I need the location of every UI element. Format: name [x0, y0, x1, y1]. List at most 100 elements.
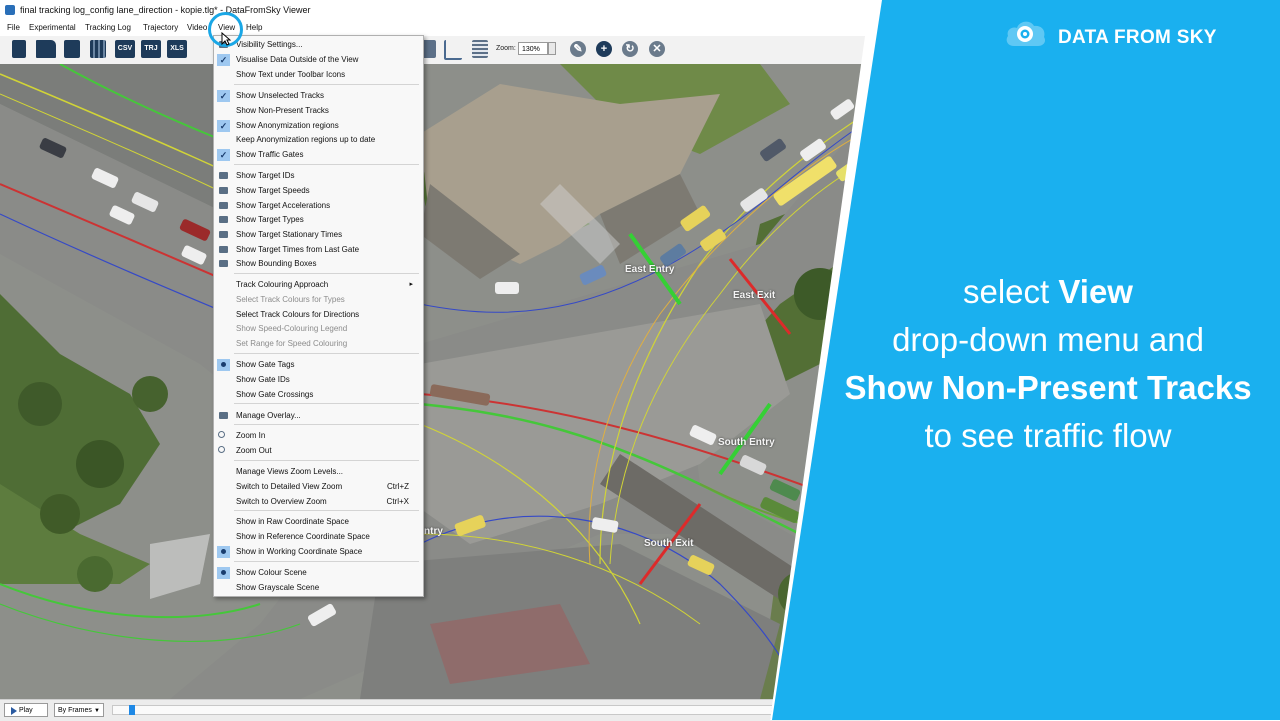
menu-item-show-unselected-tracks[interactable]: ✓ Show Unselected Tracks: [214, 89, 421, 103]
settings-wrench-icon[interactable]: ✎: [570, 41, 586, 57]
menu-item-visibility-settings[interactable]: Visibility Settings...: [214, 38, 421, 52]
menu-item-show-grayscale-scene[interactable]: Show Grayscale Scene: [214, 581, 421, 595]
menu-tracking-log[interactable]: Tracking Log: [85, 23, 131, 32]
menu-item-zoom-out[interactable]: Zoom Out: [214, 444, 421, 458]
application-window: final tracking log_config lane_direction…: [0, 0, 880, 721]
menu-item-icon: [219, 260, 228, 267]
menu-item-show-target-times-from-last-gate[interactable]: Show Target Times from Last Gate: [214, 243, 421, 257]
close-icon[interactable]: ✕: [649, 41, 665, 57]
layers-icon[interactable]: [472, 40, 488, 58]
menu-help[interactable]: Help: [246, 23, 262, 32]
menu-item-show-bounding-boxes[interactable]: Show Bounding Boxes: [214, 257, 421, 271]
menu-item-label: Show Text under Toolbar Icons: [236, 70, 346, 79]
menu-item-label: Select Track Colours for Directions: [236, 310, 360, 319]
menu-item-label: Visualise Data Outside of the View: [236, 55, 359, 64]
caption-line-1: select View: [820, 268, 1276, 316]
menu-item-label: Show Target Stationary Times: [236, 230, 343, 239]
menu-item-show-gate-tags[interactable]: Show Gate Tags: [214, 358, 421, 372]
menu-item-show-target-types[interactable]: Show Target Types: [214, 213, 421, 227]
zoom-stepper[interactable]: [548, 42, 556, 55]
save-icon[interactable]: [64, 40, 80, 58]
submenu-arrow-icon: ▸: [409, 281, 413, 288]
menu-item-show-in-working-coordinate-space[interactable]: Show in Working Coordinate Space: [214, 545, 421, 559]
menu-bar: File Experimental Tracking Log Trajector…: [0, 20, 880, 36]
menu-item-show-target-accelerations[interactable]: Show Target Accelerations: [214, 199, 421, 213]
menu-item-track-colouring-approach[interactable]: Track Colouring Approach ▸: [214, 278, 421, 292]
menu-item-label: Show Grayscale Scene: [236, 583, 320, 592]
menu-separator: [234, 164, 419, 165]
menu-item-show-traffic-gates[interactable]: ✓ Show Traffic Gates: [214, 148, 421, 162]
caption-line-1-text: select: [963, 273, 1059, 310]
overlay-icon[interactable]: [422, 40, 436, 58]
menu-video[interactable]: Video: [187, 23, 207, 32]
menu-item-zoom-in[interactable]: Zoom In: [214, 429, 421, 443]
step-mode-value: By Frames: [58, 707, 92, 714]
play-button[interactable]: Play: [4, 703, 48, 717]
gate-label-west-entry: ntry: [424, 526, 443, 537]
zoom-input[interactable]: 130%: [518, 42, 548, 55]
checkmark-icon: ✓: [217, 54, 230, 66]
axes-icon[interactable]: [444, 40, 462, 60]
new-file-icon[interactable]: [12, 40, 26, 58]
export-trj-button[interactable]: TRJ: [141, 40, 161, 58]
menu-item-label: Show Bounding Boxes: [236, 259, 317, 268]
menu-item-show-colour-scene[interactable]: Show Colour Scene: [214, 566, 421, 580]
playback-bar: Play By Frames ▼: [0, 699, 880, 721]
open-folder-icon[interactable]: [36, 40, 56, 58]
view-dropdown-menu: Visibility Settings... ✓ Visualise Data Ou…: [213, 35, 424, 597]
menu-item-show-anonymization-regions[interactable]: ✓ Show Anonymization regions: [214, 119, 421, 133]
menu-trajectory[interactable]: Trajectory: [143, 23, 178, 32]
checkmark-icon: ✓: [217, 149, 230, 161]
radio-selected-icon: [217, 359, 230, 371]
menu-item-show-non-present-tracks[interactable]: Show Non-Present Tracks: [214, 104, 421, 118]
export-csv-button[interactable]: CSV: [115, 40, 135, 58]
menu-item-show-target-ids[interactable]: Show Target IDs: [214, 169, 421, 183]
menu-item-manage-overlay[interactable]: Manage Overlay...: [214, 409, 421, 423]
step-mode-select[interactable]: By Frames ▼: [54, 703, 104, 717]
menu-item-select-track-colours-for-types: Select Track Colours for Types: [214, 293, 421, 307]
title-bar: final tracking log_config lane_direction…: [0, 0, 880, 20]
menu-item-switch-to-overview-zoom[interactable]: Switch to Overview Zoom Ctrl+X: [214, 495, 421, 509]
window-title: final tracking log_config lane_direction…: [20, 5, 311, 15]
menu-item-show-gate-crossings[interactable]: Show Gate Crossings: [214, 388, 421, 402]
timeline-slider[interactable]: [112, 705, 872, 715]
menu-item-show-target-speeds[interactable]: Show Target Speeds: [214, 184, 421, 198]
menu-separator: [234, 353, 419, 354]
menu-item-label: Track Colouring Approach: [236, 280, 329, 289]
toolbar: CSV TRJ XLS Zoom: 130% ✎ + ↻ ✕: [0, 36, 880, 65]
caption-line-1-bold: View: [1058, 273, 1133, 310]
menu-item-switch-to-detailed-view-zoom[interactable]: Switch to Detailed View Zoom Ctrl+Z: [214, 480, 421, 494]
menu-item-keep-anonymization-regions-up-to-date[interactable]: Keep Anonymization regions up to date: [214, 133, 421, 147]
menu-item-label: Manage Overlay...: [236, 411, 301, 420]
menu-item-show-gate-ids[interactable]: Show Gate IDs: [214, 373, 421, 387]
tutorial-caption: select View drop-down menu and Show Non-…: [820, 268, 1276, 460]
menu-item-show-text-under-toolbar-icons[interactable]: Show Text under Toolbar Icons: [214, 68, 421, 82]
mouse-cursor-icon: [221, 32, 231, 46]
caption-line-2: drop-down menu and: [892, 321, 1204, 358]
menu-separator: [234, 84, 419, 85]
menu-item-select-track-colours-for-directions[interactable]: Select Track Colours for Directions: [214, 308, 421, 322]
menu-file[interactable]: File: [7, 23, 20, 32]
video-film-icon[interactable]: [90, 40, 106, 58]
gate-label-east-entry: East Entry: [625, 264, 675, 275]
menu-item-label: Show Colour Scene: [236, 568, 307, 577]
menu-item-label: Zoom In: [236, 431, 266, 440]
add-icon[interactable]: +: [596, 41, 612, 57]
menu-item-icon: [219, 202, 228, 209]
caption-line-3: Show Non-Present Tracks: [820, 364, 1276, 412]
export-xls-button[interactable]: XLS: [167, 40, 187, 58]
timeline-handle[interactable]: [129, 705, 135, 715]
menu-experimental[interactable]: Experimental: [29, 23, 76, 32]
menu-item-show-target-stationary-times[interactable]: Show Target Stationary Times: [214, 228, 421, 242]
menu-item-show-in-reference-coordinate-space[interactable]: Show in Reference Coordinate Space: [214, 530, 421, 544]
menu-separator: [234, 510, 419, 511]
menu-item-visualise-data-outside-of-the-view[interactable]: ✓ Visualise Data Outside of the View: [214, 53, 421, 67]
magnifier-icon: [218, 431, 225, 438]
aerial-video-view[interactable]: East Entry East Exit South Entry South E…: [0, 64, 880, 699]
refresh-icon[interactable]: ↻: [622, 41, 638, 57]
menu-item-manage-views-zoom-levels[interactable]: Manage Views Zoom Levels...: [214, 465, 421, 479]
menu-item-shortcut: Ctrl+Z: [387, 482, 409, 491]
menu-item-show-in-raw-coordinate-space[interactable]: Show in Raw Coordinate Space: [214, 515, 421, 529]
menu-item-label: Show Target IDs: [236, 171, 295, 180]
menu-item-set-range-for-speed-colouring: Set Range for Speed Colouring: [214, 337, 421, 351]
